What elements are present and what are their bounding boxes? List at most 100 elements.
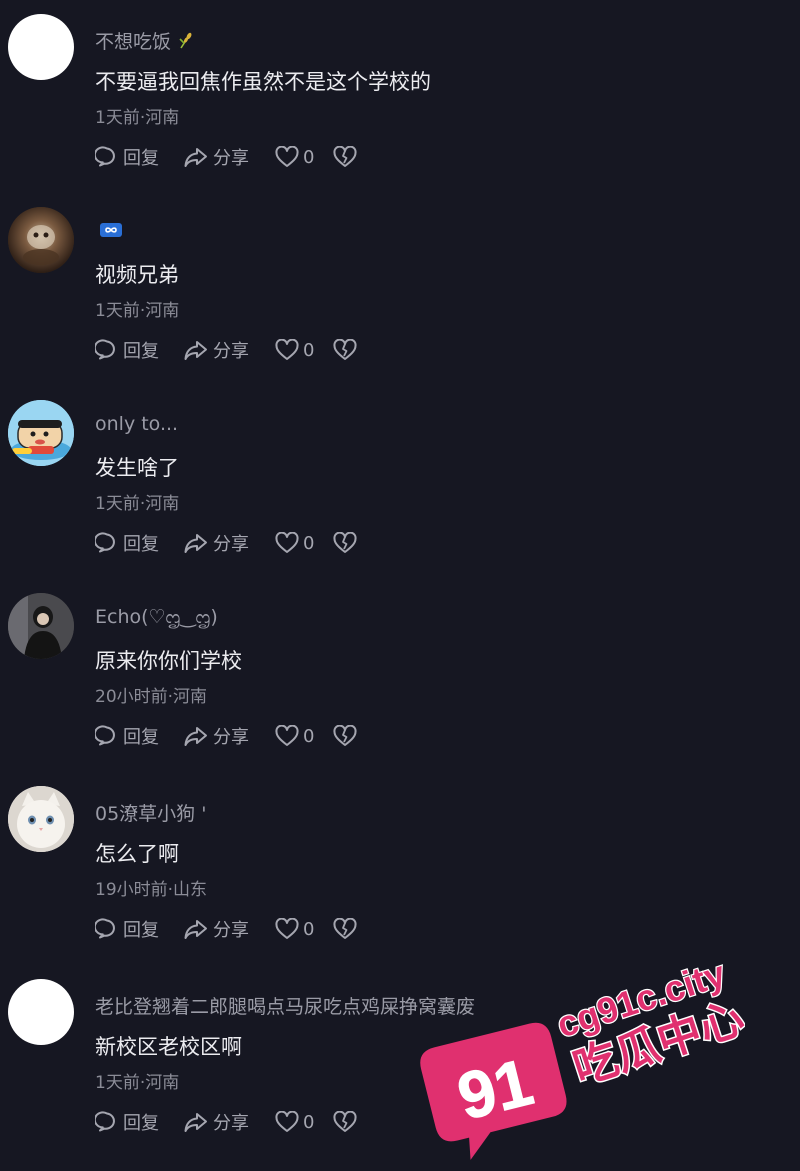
broken-heart-icon bbox=[333, 339, 357, 360]
dislike-button[interactable] bbox=[333, 532, 363, 554]
rice-plant-icon bbox=[177, 30, 197, 55]
comment-actions: 回复 分享 0 bbox=[95, 1107, 363, 1137]
comment-meta: 1天前·河南 bbox=[95, 494, 180, 514]
like-count: 0 bbox=[303, 1111, 315, 1133]
like-button[interactable]: 0 bbox=[275, 918, 333, 940]
comment-actions: 回复 分享 0 bbox=[95, 721, 363, 751]
heart-icon bbox=[275, 146, 299, 167]
share-label: 分享 bbox=[213, 534, 249, 555]
avatar[interactable] bbox=[8, 400, 74, 466]
reply-button[interactable]: 回复 bbox=[95, 916, 183, 942]
share-label: 分享 bbox=[213, 148, 249, 169]
comment-username[interactable] bbox=[95, 220, 123, 244]
comment-item: only to... 发生啥了 1天前·河南 回复 分享 0 bbox=[0, 386, 800, 579]
share-label: 分享 bbox=[213, 341, 249, 362]
infinity-icon bbox=[99, 221, 123, 244]
avatar[interactable] bbox=[8, 786, 74, 852]
like-button[interactable]: 0 bbox=[275, 725, 333, 747]
share-label: 分享 bbox=[213, 1113, 249, 1134]
like-count: 0 bbox=[303, 339, 315, 361]
heart-icon bbox=[275, 918, 299, 939]
speech-bubble-icon bbox=[95, 1111, 115, 1132]
avatar[interactable] bbox=[8, 207, 74, 273]
broken-heart-icon bbox=[333, 725, 357, 746]
reply-button[interactable]: 回复 bbox=[95, 530, 183, 556]
broken-heart-icon bbox=[333, 146, 357, 167]
reply-button[interactable]: 回复 bbox=[95, 337, 183, 363]
like-count: 0 bbox=[303, 532, 315, 554]
speech-bubble-icon bbox=[95, 532, 115, 553]
comment-text: 新校区老校区啊 bbox=[95, 1035, 242, 1059]
comment-text: 发生啥了 bbox=[95, 456, 179, 480]
reply-button[interactable]: 回复 bbox=[95, 723, 183, 749]
comment-username[interactable]: only to... bbox=[95, 413, 178, 435]
comment-text: 不要逼我回焦作虽然不是这个学校的 bbox=[95, 70, 431, 94]
like-button[interactable]: 0 bbox=[275, 339, 333, 361]
comment-username[interactable]: 05潦草小狗 ' bbox=[95, 799, 206, 826]
comment-actions: 回复 分享 0 bbox=[95, 528, 363, 558]
dislike-button[interactable] bbox=[333, 1111, 363, 1133]
comment-actions: 回复 分享 0 bbox=[95, 335, 363, 365]
comment-username[interactable]: 不想吃饭 bbox=[95, 27, 197, 55]
comment-item: 不想吃饭 不要逼我回焦作虽然不是这个学校的 1天前·河南 回复 分享 0 bbox=[0, 0, 800, 193]
reply-button[interactable]: 回复 bbox=[95, 144, 183, 170]
reply-button[interactable]: 回复 bbox=[95, 1109, 183, 1135]
reply-label: 回复 bbox=[123, 341, 159, 362]
share-label: 分享 bbox=[213, 727, 249, 748]
dislike-button[interactable] bbox=[333, 725, 363, 747]
share-button[interactable]: 分享 bbox=[183, 723, 275, 749]
share-button[interactable]: 分享 bbox=[183, 337, 275, 363]
broken-heart-icon bbox=[333, 918, 357, 939]
heart-icon bbox=[275, 339, 299, 360]
comment-actions: 回复 分享 0 bbox=[95, 914, 363, 944]
share-button[interactable]: 分享 bbox=[183, 144, 275, 170]
share-arrow-icon bbox=[184, 534, 207, 553]
comment-meta: 1天前·河南 bbox=[95, 1073, 180, 1093]
like-count: 0 bbox=[303, 725, 315, 747]
comment-item: 视频兄弟 1天前·河南 回复 分享 0 bbox=[0, 193, 800, 386]
comment-item: Echo(♡ᦗ‿ᦗ) 原来你你们学校 20小时前·河南 回复 分享 0 bbox=[0, 579, 800, 772]
share-button[interactable]: 分享 bbox=[183, 1109, 275, 1135]
comment-actions: 回复 分享 0 bbox=[95, 142, 363, 172]
comment-meta: 1天前·河南 bbox=[95, 108, 180, 128]
comment-text: 视频兄弟 bbox=[95, 263, 179, 287]
comment-item: 05潦草小狗 ' 怎么了啊 19小时前·山东 回复 分享 0 bbox=[0, 772, 800, 965]
speech-bubble-icon bbox=[95, 339, 115, 360]
reply-label: 回复 bbox=[123, 1113, 159, 1134]
comment-item: 老比登翘着二郎腿喝点马尿吃点鸡屎挣窝囊废 新校区老校区啊 1天前·河南 回复 分… bbox=[0, 965, 800, 1158]
share-label: 分享 bbox=[213, 920, 249, 941]
avatar[interactable] bbox=[8, 14, 74, 80]
dislike-button[interactable] bbox=[333, 146, 363, 168]
share-arrow-icon bbox=[184, 148, 207, 167]
username-text: only to... bbox=[95, 413, 179, 435]
dislike-button[interactable] bbox=[333, 918, 363, 940]
share-arrow-icon bbox=[184, 920, 207, 939]
share-button[interactable]: 分享 bbox=[183, 530, 275, 556]
heart-icon bbox=[275, 1111, 299, 1132]
dislike-button[interactable] bbox=[333, 339, 363, 361]
username-text: 05潦草小狗 ' bbox=[95, 803, 207, 825]
like-button[interactable]: 0 bbox=[275, 532, 333, 554]
like-button[interactable]: 0 bbox=[275, 1111, 333, 1133]
reply-label: 回复 bbox=[123, 148, 159, 169]
reply-label: 回复 bbox=[123, 920, 159, 941]
comment-username[interactable]: 老比登翘着二郎腿喝点马尿吃点鸡屎挣窝囊废 bbox=[95, 992, 475, 1019]
broken-heart-icon bbox=[333, 1111, 357, 1132]
heart-icon bbox=[275, 532, 299, 553]
like-count: 0 bbox=[303, 146, 315, 168]
avatar[interactable] bbox=[8, 593, 74, 659]
share-button[interactable]: 分享 bbox=[183, 916, 275, 942]
comment-meta: 20小时前·河南 bbox=[95, 687, 208, 707]
broken-heart-icon bbox=[333, 532, 357, 553]
speech-bubble-icon bbox=[95, 725, 115, 746]
username-text: 老比登翘着二郎腿喝点马尿吃点鸡屎挣窝囊废 bbox=[95, 996, 476, 1018]
like-button[interactable]: 0 bbox=[275, 146, 333, 168]
comment-meta: 19小时前·山东 bbox=[95, 880, 208, 900]
heart-icon bbox=[275, 725, 299, 746]
share-arrow-icon bbox=[184, 1113, 207, 1132]
like-count: 0 bbox=[303, 918, 315, 940]
username-text: Echo(♡ᦗ‿ᦗ) bbox=[95, 606, 218, 628]
comment-username[interactable]: Echo(♡ᦗ‿ᦗ) bbox=[95, 606, 218, 629]
avatar[interactable] bbox=[8, 979, 74, 1045]
share-arrow-icon bbox=[184, 727, 207, 746]
